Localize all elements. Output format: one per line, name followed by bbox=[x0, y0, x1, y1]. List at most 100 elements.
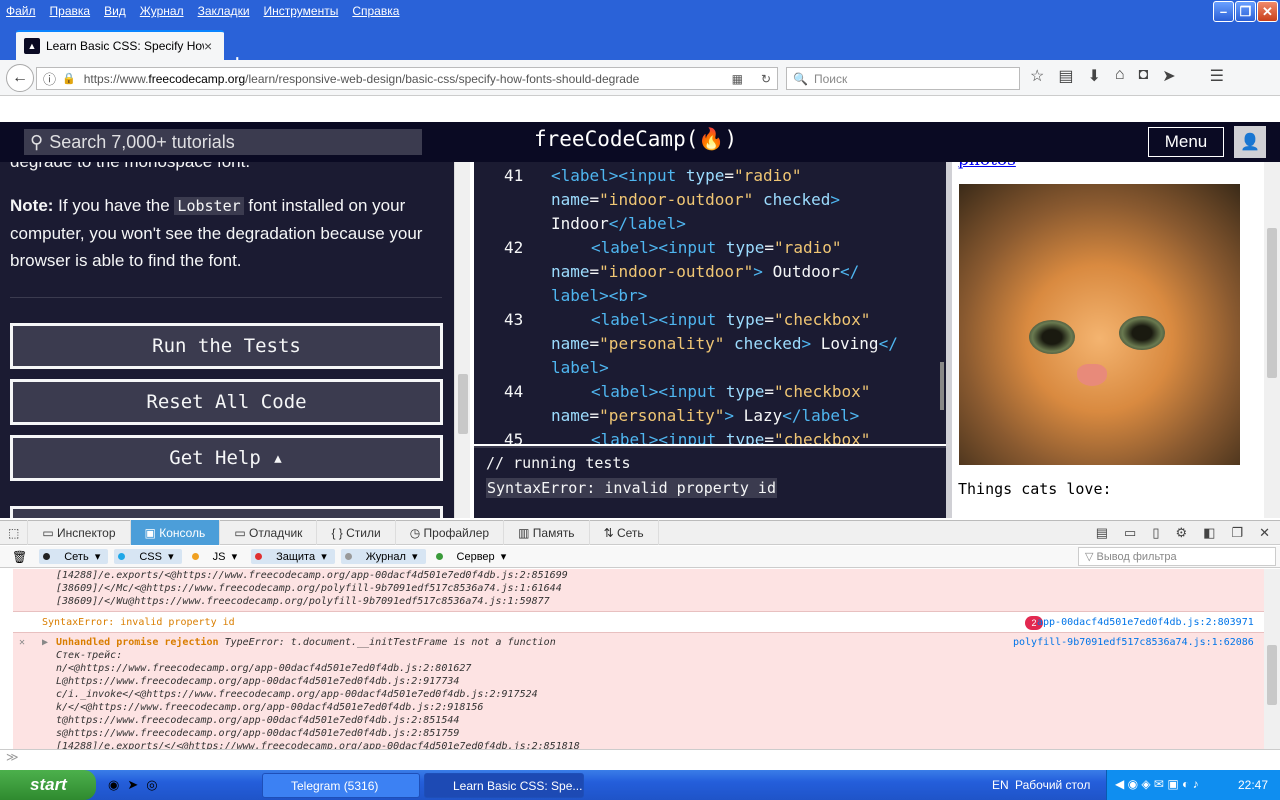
dock-icon[interactable]: ◧ bbox=[1203, 525, 1215, 541]
url-bar[interactable]: ⓘ 🔒 https://www.freecodecamp.org/learn/r… bbox=[36, 67, 778, 90]
stack-frame[interactable]: [14288]/e.exports/<@https://www.freecode… bbox=[56, 570, 568, 581]
log-scrollbar[interactable] bbox=[1264, 569, 1280, 749]
browser-tab[interactable]: ▲ Learn Basic CSS: Specify How... × bbox=[16, 30, 224, 60]
stack-frame[interactable]: k/</<@https://www.freecodecamp.org/app-0… bbox=[56, 702, 483, 713]
desktop-toolbar[interactable]: Рабочий стол bbox=[1015, 778, 1090, 792]
menu-bookmarks[interactable]: Закладки bbox=[198, 4, 250, 18]
stack-frame[interactable]: L@https://www.freecodecamp.org/app-00dac… bbox=[56, 676, 459, 687]
error-close-icon[interactable]: ✕ bbox=[19, 637, 25, 648]
trash-icon[interactable]: 🗑 bbox=[12, 550, 27, 564]
task-firefox[interactable]: Learn Basic CSS: Spe... bbox=[424, 773, 584, 798]
close-window-icon[interactable]: ✕ bbox=[1257, 1, 1278, 22]
tab-inspector[interactable]: ▭ Инспектор bbox=[28, 520, 131, 545]
search-input[interactable]: 🔍 Поиск bbox=[786, 67, 1020, 90]
code-line: label> bbox=[551, 358, 609, 377]
start-button[interactable]: start bbox=[0, 770, 96, 800]
tab-console[interactable]: ▣ Консоль bbox=[130, 520, 221, 545]
filter-security[interactable]: Защита ▾ bbox=[251, 549, 335, 564]
tab-styles[interactable]: { } Стили bbox=[317, 520, 396, 545]
warning-source-link[interactable]: app-00dacf4d501e7ed0f4db.js:2:803971 bbox=[1037, 617, 1254, 628]
reset-code-button[interactable]: Reset All Code bbox=[10, 379, 443, 425]
code-line: Indoor</label> bbox=[551, 214, 686, 233]
split-console-icon[interactable]: ▤ bbox=[1096, 525, 1108, 541]
stack-frame[interactable]: s@https://www.freecodecamp.org/app-00dac… bbox=[56, 728, 459, 739]
divider bbox=[10, 297, 442, 298]
scratchpad-icon[interactable]: ▭ bbox=[1124, 525, 1136, 541]
hamburger-menu-icon[interactable]: ☰ bbox=[1210, 66, 1224, 86]
lesson-scrollbar[interactable] bbox=[454, 162, 470, 518]
close-devtools-icon[interactable]: ✕ bbox=[1259, 525, 1270, 541]
url-text[interactable]: https://www.freecodecamp.org/learn/respo… bbox=[84, 72, 640, 86]
download-icon[interactable]: ⬇ bbox=[1087, 66, 1100, 86]
run-tests-button[interactable]: Run the Tests bbox=[10, 323, 443, 369]
preview-scrollbar[interactable] bbox=[1264, 162, 1280, 518]
menu-history[interactable]: Журнал bbox=[140, 4, 184, 18]
menu-view[interactable]: Вид bbox=[104, 4, 126, 18]
menu-tools[interactable]: Инструменты bbox=[264, 4, 339, 18]
cat-eye bbox=[1029, 320, 1075, 354]
stack-frame[interactable]: [38609]/</Wu@https://www.freecodecamp.or… bbox=[56, 596, 550, 607]
photos-link[interactable]: photos bbox=[958, 162, 1016, 170]
undock-icon[interactable]: ❐ bbox=[1231, 525, 1243, 541]
pocket-icon[interactable]: ◘ bbox=[1139, 66, 1149, 86]
error-block: [14288]/e.exports/<@https://www.freecode… bbox=[13, 569, 1264, 611]
get-help-button[interactable]: Get Help ▴ bbox=[10, 435, 443, 481]
library-icon[interactable]: ▤ bbox=[1058, 66, 1073, 86]
stack-frame[interactable]: t@https://www.freecodecamp.org/app-00dac… bbox=[56, 715, 459, 726]
task-telegram[interactable]: Telegram (5316) bbox=[262, 773, 420, 798]
stack-frame[interactable]: c/i._invoke</<@https://www.freecodecamp.… bbox=[56, 689, 538, 700]
next-button-cut[interactable] bbox=[10, 506, 443, 518]
tab-debugger[interactable]: ▭ Отладчик bbox=[220, 520, 318, 545]
toolbar-icons: ☆ ▤ ⬇ ⌂ ◘ ➤ ☰ bbox=[1030, 66, 1224, 86]
menu-file[interactable]: Файл bbox=[6, 4, 36, 18]
editor-scrollbar[interactable] bbox=[940, 362, 944, 410]
fcc-menu-button[interactable]: Menu bbox=[1148, 127, 1224, 157]
line-number: 43 bbox=[504, 310, 524, 329]
tab-profiler[interactable]: ◷ Профайлер bbox=[396, 520, 505, 545]
menu-help[interactable]: Справка bbox=[352, 4, 399, 18]
filter-output-input[interactable]: ▽ Вывод фильтра bbox=[1078, 547, 1276, 566]
minimize-icon[interactable]: – bbox=[1213, 1, 1234, 22]
info-icon[interactable]: ⓘ bbox=[43, 69, 56, 88]
language-indicator[interactable]: EN bbox=[992, 778, 1009, 792]
clock: 22:47 bbox=[1237, 778, 1268, 792]
home-icon[interactable]: ⌂ bbox=[1115, 66, 1125, 86]
stack-frame[interactable]: [38609]/</Mc/<@https://www.freecodecamp.… bbox=[56, 583, 562, 594]
code-editor[interactable]: 41 <label><input type="radio" name="indo… bbox=[474, 162, 946, 444]
bookmark-star-icon[interactable]: ☆ bbox=[1030, 66, 1044, 86]
responsive-mode-icon[interactable]: ▯ bbox=[1152, 525, 1159, 541]
back-icon[interactable]: ← bbox=[6, 64, 34, 92]
lock-icon[interactable]: 🔒 bbox=[62, 72, 76, 85]
filter-js[interactable]: JS ▾ bbox=[188, 549, 245, 564]
tab-network[interactable]: ⇅ Сеть bbox=[590, 520, 659, 545]
restore-icon[interactable]: ❐ bbox=[1235, 1, 1256, 22]
app-icon[interactable]: ◎ bbox=[146, 777, 157, 793]
code-line: <label><input type="radio" bbox=[551, 166, 802, 185]
chrome-icon[interactable]: ◉ bbox=[108, 777, 119, 793]
tab-memory[interactable]: ▥ Память bbox=[504, 520, 590, 545]
cat-nose bbox=[1077, 364, 1107, 386]
reload-icon[interactable]: ↻ bbox=[761, 72, 771, 86]
filter-server[interactable]: Сервер ▾ bbox=[432, 549, 515, 564]
tray-icons[interactable]: ◀ ◉ ◈ ✉ ▣ ◐ ♪ bbox=[1115, 777, 1199, 791]
stack-frame[interactable]: [14288]/e.exports/</<@https://www.freeco… bbox=[56, 741, 580, 749]
filter-css[interactable]: CSS ▾ bbox=[114, 549, 182, 564]
error-source-link[interactable]: polyfill-9b7091edf517c8536a74.js:1:62086 bbox=[1013, 637, 1254, 648]
settings-icon[interactable]: ⚙ bbox=[1175, 525, 1187, 541]
console-input[interactable]: ≫ bbox=[0, 749, 1280, 769]
telegram-icon[interactable]: ➤ bbox=[127, 777, 138, 793]
avatar[interactable]: 👤 bbox=[1234, 126, 1266, 158]
menu-edit[interactable]: Правка bbox=[50, 4, 91, 18]
reader-view-icon[interactable]: ▦ bbox=[732, 72, 743, 86]
tab-close-icon[interactable]: × bbox=[204, 38, 218, 54]
fcc-search-input[interactable]: ⚲ Search 7,000+ tutorials bbox=[24, 129, 422, 155]
filter-log[interactable]: Журнал ▾ bbox=[340, 549, 426, 564]
fcc-logo[interactable]: freeCodeCamp(🔥) bbox=[534, 127, 737, 152]
expand-arrow-icon[interactable]: ▶ bbox=[42, 637, 48, 648]
send-icon[interactable]: ➤ bbox=[1162, 66, 1175, 86]
filter-net[interactable]: Сеть ▾ bbox=[39, 549, 109, 564]
code-line: <label><input type="checkbox" bbox=[591, 310, 871, 329]
window-controls: – ❐ ✕ bbox=[1213, 1, 1278, 22]
pick-element-icon[interactable]: ⬚ bbox=[0, 520, 29, 545]
stack-frame[interactable]: n/<@https://www.freecodecamp.org/app-00d… bbox=[56, 663, 471, 674]
